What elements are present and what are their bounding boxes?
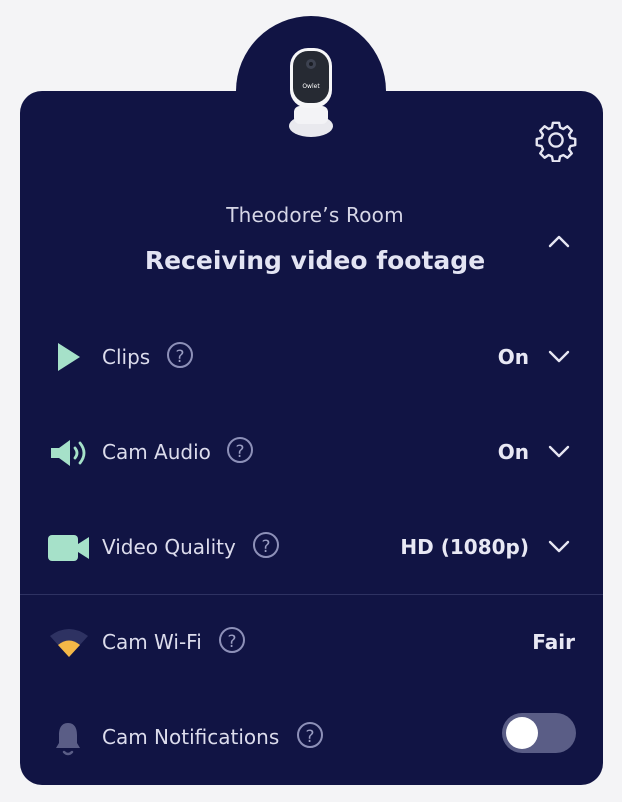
setting-value[interactable]: On	[498, 327, 529, 387]
section-divider	[20, 594, 603, 595]
help-icon[interactable]: ?	[297, 722, 323, 748]
play-icon	[58, 343, 80, 371]
gear-icon[interactable]	[534, 118, 578, 162]
setting-value[interactable]: HD (1080p)	[400, 517, 529, 577]
help-icon[interactable]: ?	[167, 342, 193, 368]
status-row-cam-wifi: Cam Wi-Fi ? Fair	[20, 612, 603, 672]
video-camera-icon	[48, 535, 89, 561]
speaker-icon	[51, 440, 86, 466]
help-icon[interactable]: ?	[219, 627, 245, 653]
room-name: Theodore’s Room	[226, 203, 404, 227]
setting-label: Clips	[102, 345, 151, 369]
chevron-down-icon[interactable]	[547, 345, 571, 367]
status-label: Cam Notifications	[102, 725, 280, 749]
chevron-down-icon[interactable]	[547, 535, 571, 557]
setting-row-clips[interactable]: Clips ? On	[20, 327, 603, 387]
setting-label: Video Quality	[102, 535, 236, 559]
status-label: Cam Wi-Fi	[102, 630, 202, 654]
setting-row-video-quality[interactable]: Video Quality ? HD (1080p)	[20, 517, 603, 577]
help-icon[interactable]: ?	[253, 532, 279, 558]
camera-brand-text: Owlet	[302, 83, 320, 90]
setting-label: Cam Audio	[102, 440, 211, 464]
bell-icon	[56, 723, 80, 756]
wifi-strength-value: Fair	[532, 630, 575, 654]
chevron-up-icon[interactable]	[546, 230, 572, 252]
wifi-icon	[50, 629, 88, 657]
setting-value[interactable]: On	[498, 422, 529, 482]
notifications-toggle[interactable]	[502, 713, 576, 753]
camera-device-image: Owlet	[289, 48, 333, 137]
help-icon[interactable]: ?	[227, 437, 253, 463]
toggle-knob	[506, 717, 538, 749]
chevron-down-icon[interactable]	[547, 440, 571, 462]
status-row-cam-notifications: Cam Notifications ?	[20, 707, 603, 767]
connection-status: Receiving video footage	[144, 246, 486, 275]
setting-row-cam-audio[interactable]: Cam Audio ? On	[20, 422, 603, 482]
